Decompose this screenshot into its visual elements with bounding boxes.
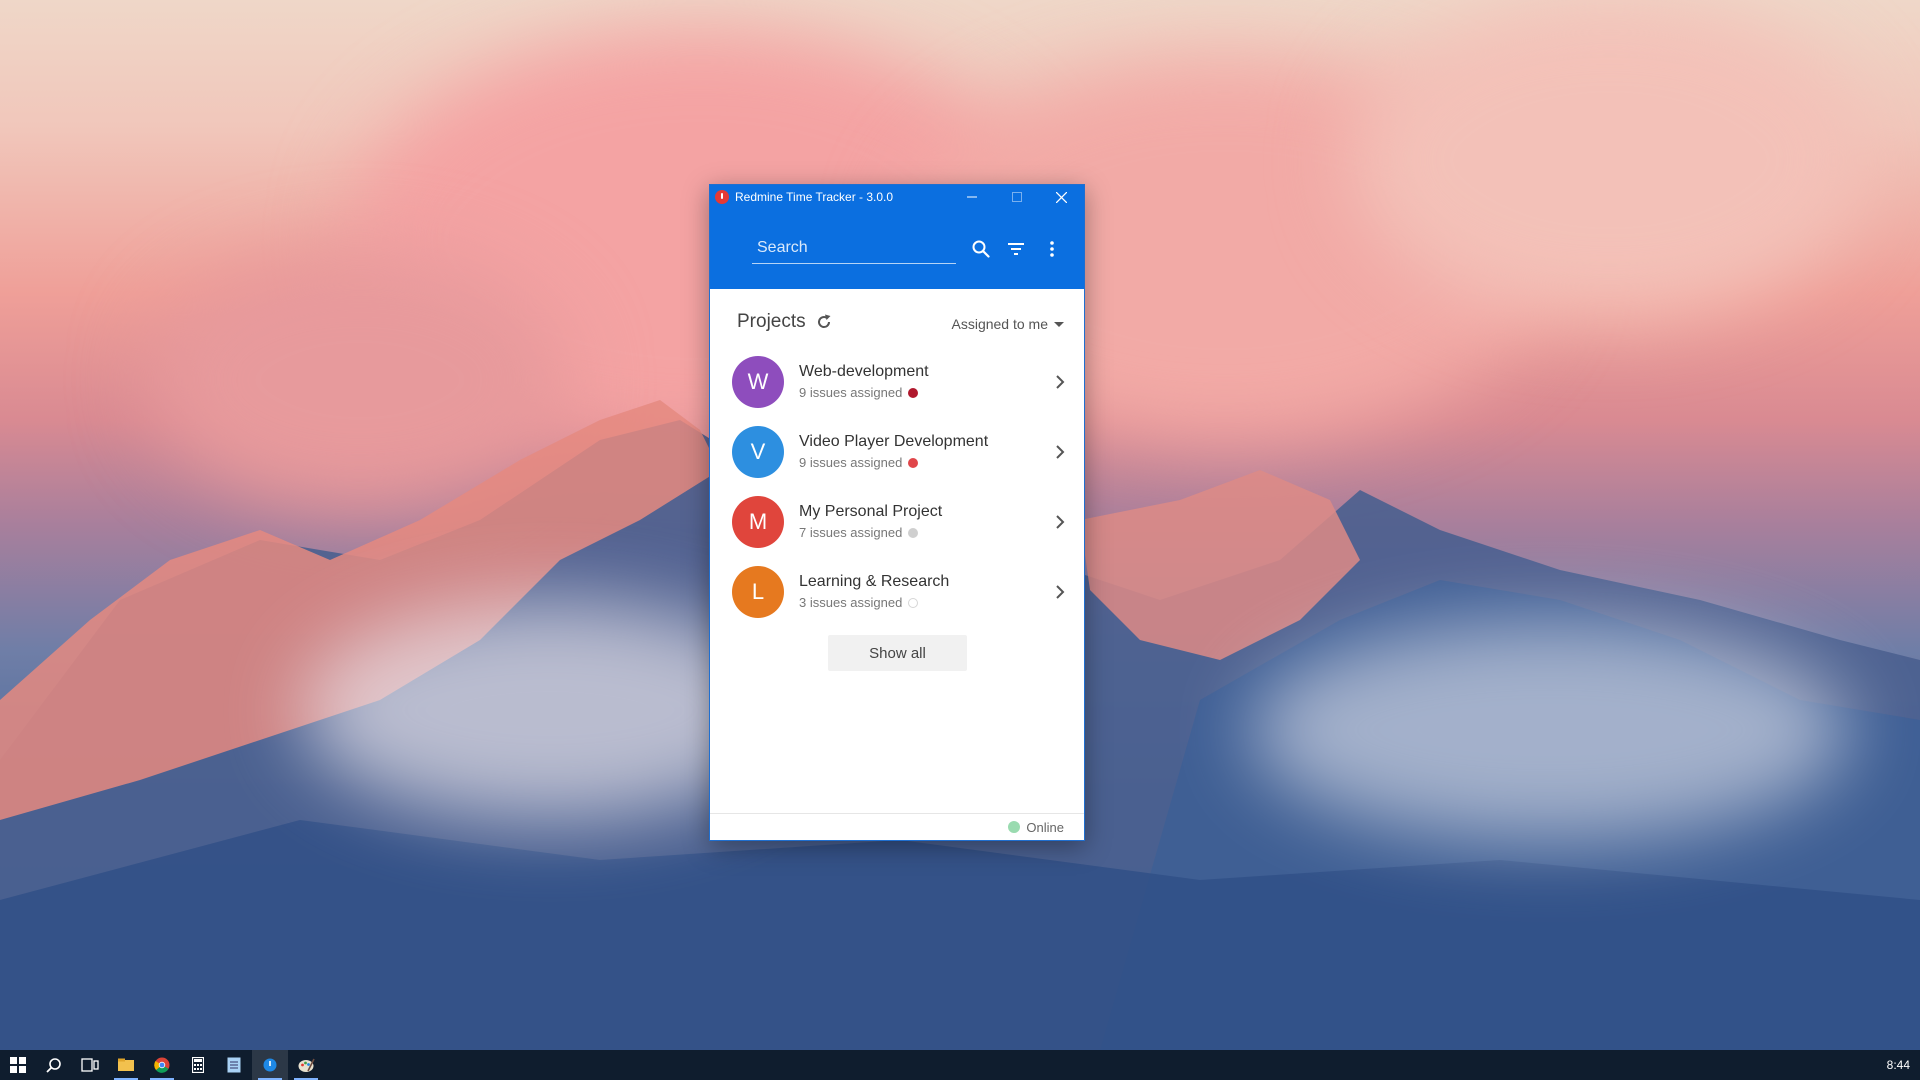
more-vert-icon: [1050, 241, 1054, 257]
status-dot-icon: [908, 597, 919, 608]
project-item-learning-research[interactable]: L Learning & Research 3 issues assigned: [710, 557, 1084, 627]
project-avatar: M: [732, 496, 784, 548]
search-input[interactable]: [752, 235, 956, 261]
project-avatar: L: [732, 566, 784, 618]
project-item-web-development[interactable]: W Web-development 9 issues assigned: [710, 347, 1084, 417]
search-icon: [972, 240, 990, 258]
app-window: Redmine Time Tracker - 3.0.0 Search Proj…: [709, 184, 1085, 841]
project-issue-count: 3 issues assigned: [799, 595, 919, 610]
close-icon: [1056, 191, 1067, 203]
windows-start-icon[interactable]: [0, 1050, 36, 1080]
project-issue-count: 9 issues assigned: [799, 455, 919, 470]
assignment-filter-label: Assigned to me: [951, 316, 1049, 332]
minimize-icon: [966, 196, 977, 198]
file-explorer-icon[interactable]: [108, 1050, 144, 1080]
title-bar[interactable]: Redmine Time Tracker - 3.0.0: [710, 185, 1084, 209]
project-avatar: W: [732, 356, 784, 408]
filter-button[interactable]: [1004, 237, 1028, 261]
search-field: [752, 235, 956, 264]
issues-label: 3 issues assigned: [799, 595, 903, 610]
caret-down-icon: [1054, 321, 1064, 327]
issues-label: 7 issues assigned: [799, 525, 903, 540]
project-name: Learning & Research: [799, 573, 950, 590]
show-all-button[interactable]: Show all: [828, 635, 967, 671]
status-bar: Online: [710, 813, 1084, 840]
connection-status: Online: [1026, 819, 1064, 835]
project-name: My Personal Project: [799, 503, 943, 520]
status-dot-icon: [908, 387, 919, 398]
notepad-icon[interactable]: [216, 1050, 252, 1080]
projects-panel: Projects Assigned to me W Web-developmen…: [710, 289, 1084, 814]
close-button[interactable]: [1039, 185, 1084, 209]
status-dot-icon: [908, 527, 919, 538]
chevron-right-icon[interactable]: [1048, 370, 1072, 394]
chevron-right-icon[interactable]: [1048, 580, 1072, 604]
refresh-button[interactable]: [814, 312, 834, 332]
app-toolbar: [710, 209, 1084, 289]
search-button[interactable]: [969, 237, 993, 261]
project-list: W Web-development 9 issues assigned V Vi…: [710, 347, 1084, 627]
chrome-icon[interactable]: [144, 1050, 180, 1080]
taskbar-clock[interactable]: 8:44: [1887, 1058, 1910, 1072]
task-view-icon[interactable]: [72, 1050, 108, 1080]
chevron-right-icon[interactable]: [1048, 440, 1072, 464]
refresh-icon: [817, 314, 831, 328]
taskbar: 8:44: [0, 1050, 1920, 1080]
projects-title: Projects: [737, 311, 806, 332]
chevron-right-icon[interactable]: [1048, 510, 1072, 534]
status-dot-icon: [908, 457, 919, 468]
project-item-video-player-development[interactable]: V Video Player Development 9 issues assi…: [710, 417, 1084, 487]
issues-label: 9 issues assigned: [799, 455, 903, 470]
paint-icon[interactable]: [288, 1050, 324, 1080]
calculator-icon[interactable]: [180, 1050, 216, 1080]
project-item-my-personal-project[interactable]: M My Personal Project 7 issues assigned: [710, 487, 1084, 557]
window-title: Redmine Time Tracker - 3.0.0: [735, 190, 894, 204]
project-issue-count: 7 issues assigned: [799, 525, 919, 540]
filter-icon: [1008, 243, 1024, 255]
project-name: Web-development: [799, 363, 929, 380]
maximize-button[interactable]: [994, 185, 1039, 209]
more-options-button[interactable]: [1040, 237, 1064, 261]
project-name: Video Player Development: [799, 433, 989, 450]
minimize-button[interactable]: [949, 185, 994, 209]
online-status-icon: [1008, 821, 1021, 833]
issues-label: 9 issues assigned: [799, 385, 903, 400]
project-avatar: V: [732, 426, 784, 478]
search-icon[interactable]: [36, 1050, 72, 1080]
project-issue-count: 9 issues assigned: [799, 385, 919, 400]
redmine-app-icon: [715, 190, 729, 204]
assignment-filter-dropdown[interactable]: Assigned to me: [951, 316, 1064, 332]
redmine-tracker-icon[interactable]: [252, 1050, 288, 1080]
maximize-icon: [1011, 192, 1022, 202]
